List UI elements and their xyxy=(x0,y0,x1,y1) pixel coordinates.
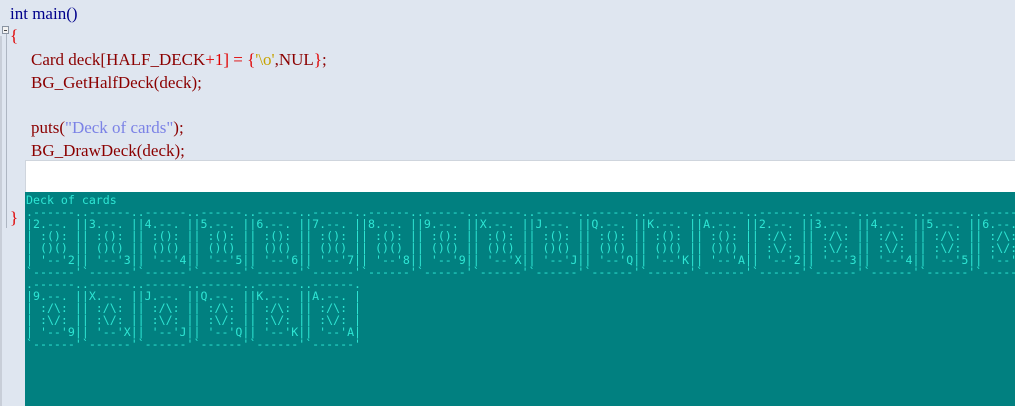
keyword-int: int xyxy=(10,4,28,23)
console-line: `------'`------'`------'`------'`------'… xyxy=(26,337,362,351)
init-close-brace: } xyxy=(313,50,322,69)
function-main: main() xyxy=(27,4,78,23)
half-deck-constant: HALF_DECK xyxy=(106,50,206,69)
close-brace: } xyxy=(10,208,19,227)
plus-operator: + xyxy=(205,50,215,69)
fold-collapse-icon[interactable] xyxy=(2,26,9,34)
draw-deck-call: BG_DrawDeck(deck); xyxy=(31,141,185,160)
assign-operator: = xyxy=(229,50,248,69)
puts-end: ); xyxy=(173,118,184,137)
console-output-window[interactable]: Deck of cards .------..------..------..-… xyxy=(25,160,1015,406)
code-line-get-half-deck: BG_GetHalfDeck(deck); xyxy=(31,72,202,94)
nul-constant: ,NUL xyxy=(274,50,314,69)
code-line-draw-deck: BG_DrawDeck(deck); xyxy=(31,140,185,162)
editor-margin-rule xyxy=(0,36,2,406)
open-brace: { xyxy=(10,26,19,45)
code-line-open-brace: { xyxy=(10,25,18,47)
code-line-deck-declaration: Card deck[HALF_DECK+1] = {'\o',NUL}; xyxy=(31,49,327,71)
string-literal: "Deck of cards" xyxy=(65,118,174,137)
deck-decl-text: Card deck[ xyxy=(31,50,107,69)
get-half-deck-call: BG_GetHalfDeck(deck); xyxy=(31,73,202,92)
char-literal: '\o' xyxy=(255,50,275,69)
fold-guide-line xyxy=(6,28,7,228)
puts-call: puts( xyxy=(31,118,65,137)
console-title-bar[interactable] xyxy=(25,160,1015,192)
code-line-close-brace: } xyxy=(10,207,18,229)
code-line-main-signature: int main() xyxy=(10,3,78,25)
console-output-text: Deck of cards .------..------..------..-… xyxy=(26,194,1015,350)
code-line-puts: puts("Deck of cards"); xyxy=(31,117,184,139)
semicolon: ; xyxy=(322,50,327,69)
